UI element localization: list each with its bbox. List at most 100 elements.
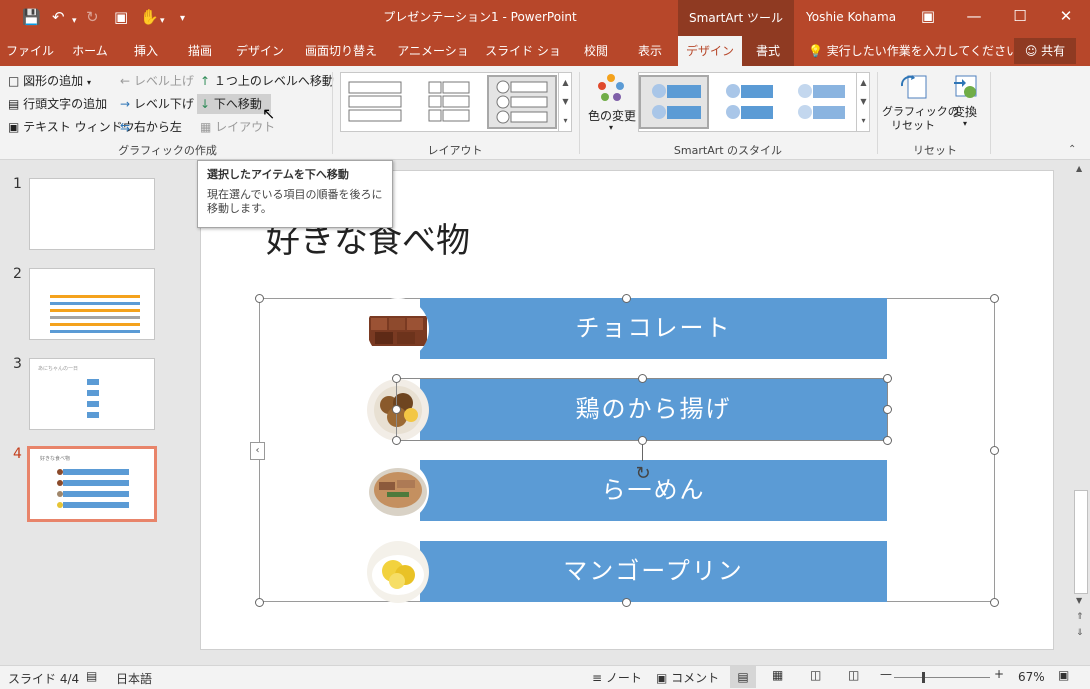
resize-handle[interactable]	[622, 294, 631, 303]
notes-button[interactable]: ≡ ノート	[592, 669, 642, 686]
zoom-slider[interactable]	[894, 677, 990, 678]
layout-option-1[interactable]	[347, 81, 405, 123]
move-up-button[interactable]: ↑ １つ上のレベルへ移動	[200, 71, 334, 91]
item-resize-handle[interactable]	[883, 405, 892, 414]
maximize-icon[interactable]: ☐	[997, 0, 1043, 34]
item-resize-handle[interactable]	[638, 374, 647, 383]
undo-dropdown-icon[interactable]: ▾	[72, 12, 77, 30]
gallery-scroll[interactable]: ▲ ▼ ▾	[558, 73, 572, 131]
smartart-item-1[interactable]: チョコレート	[420, 298, 887, 359]
resize-handle[interactable]	[990, 446, 999, 455]
tab-slideshow[interactable]: スライド ショー	[480, 36, 566, 88]
move-down-button[interactable]: ↓ 下へ移動	[197, 94, 271, 114]
tab-home[interactable]: ホーム	[62, 36, 118, 66]
more-icon[interactable]: ▾	[559, 111, 572, 130]
convert-button[interactable]: 変換 ▾	[946, 72, 984, 138]
reset-graphic-button[interactable]: グラフィックの リセット	[882, 72, 959, 138]
share-button[interactable]: ☺ 共有	[1014, 38, 1076, 64]
scroll-down-icon[interactable]: ▼	[1076, 596, 1082, 605]
fit-to-window-icon[interactable]: ▣	[1058, 668, 1069, 682]
style-option-1-selected[interactable]	[639, 75, 709, 129]
text-pane-toggle-icon[interactable]: ‹	[250, 442, 265, 460]
scroll-down-icon[interactable]: ▼	[857, 92, 870, 111]
customize-qat-icon[interactable]: ▾	[180, 10, 185, 28]
zoom-level[interactable]: 67%	[1018, 670, 1045, 684]
next-slide-icon[interactable]: ⇓	[1076, 628, 1084, 638]
tab-design[interactable]: デザイン	[230, 36, 290, 66]
resize-handle[interactable]	[990, 598, 999, 607]
save-icon[interactable]: 💾	[22, 8, 41, 26]
ribbon-display-icon[interactable]: ▣	[905, 0, 951, 34]
previous-slide-icon[interactable]: ⇑	[1076, 612, 1084, 622]
slide-thumbnail-1[interactable]	[29, 178, 155, 250]
item-resize-handle[interactable]	[883, 374, 892, 383]
ramen-photo[interactable]	[367, 460, 429, 522]
demote-button[interactable]: → レベル下げ	[120, 94, 194, 114]
spellcheck-icon[interactable]: ▤	[86, 669, 97, 683]
scroll-down-icon[interactable]: ▼	[559, 92, 572, 111]
chocolate-photo[interactable]	[367, 298, 429, 360]
collapse-ribbon-icon[interactable]: ⌃	[1068, 144, 1076, 155]
smartart-item-4[interactable]: マンゴープリン	[420, 541, 887, 602]
add-shape-button[interactable]: □ 図形の追加 ▾	[8, 71, 91, 91]
slide-sorter-icon[interactable]: ▦	[772, 668, 783, 682]
tab-view[interactable]: 表示	[626, 36, 674, 66]
mango-pudding-photo[interactable]	[367, 541, 429, 603]
presentation-icon[interactable]: ▣	[114, 8, 128, 26]
resize-handle[interactable]	[990, 294, 999, 303]
scroll-up-icon[interactable]: ▲	[857, 73, 870, 92]
comments-button[interactable]: ▣ コメント	[656, 669, 719, 686]
vertical-scrollbar[interactable]: ▲ ▼ ⇑ ⇓	[1073, 160, 1090, 665]
add-bullet-button[interactable]: ▤ 行頭文字の追加	[8, 94, 107, 114]
text-pane-button[interactable]: ▣ テキスト ウィンドウ	[8, 117, 135, 137]
zoom-out-icon[interactable]: —	[880, 667, 892, 681]
rotate-handle-icon[interactable]: ↻	[632, 463, 654, 485]
scroll-up-icon[interactable]: ▲	[1076, 164, 1082, 173]
item-resize-handle[interactable]	[883, 436, 892, 445]
slide-thumbnail-3[interactable]: あにちゃんの一日	[29, 358, 155, 430]
minimize-icon[interactable]: —	[951, 0, 997, 34]
style-option-3[interactable]	[791, 79, 849, 125]
close-icon[interactable]: ✕	[1043, 0, 1089, 34]
undo-icon[interactable]: ↶	[52, 8, 65, 26]
resize-handle[interactable]	[622, 598, 631, 607]
style-gallery-scroll[interactable]: ▲ ▼ ▾	[856, 73, 870, 131]
tab-file[interactable]: ファイル	[4, 36, 56, 66]
tab-transitions[interactable]: 画面切り替え	[296, 36, 386, 66]
normal-view-icon[interactable]: ▤	[730, 666, 756, 688]
more-icon[interactable]: ▾	[857, 111, 870, 130]
slideshow-icon[interactable]: ◫	[848, 668, 859, 682]
zoom-in-icon[interactable]: +	[994, 667, 1004, 681]
touch-mode-icon[interactable]: ✋	[140, 8, 159, 26]
zoom-slider-thumb[interactable]	[922, 672, 925, 683]
layout-option-2[interactable]	[425, 81, 475, 123]
group-label-create: グラフィックの作成	[118, 144, 217, 157]
scroll-up-icon[interactable]: ▲	[559, 73, 572, 92]
layout-gallery[interactable]: ▲ ▼ ▾	[340, 72, 572, 132]
language-indicator[interactable]: 日本語	[116, 670, 152, 687]
layout-option-3-selected[interactable]	[487, 75, 557, 129]
style-option-2[interactable]	[719, 79, 777, 125]
resize-handle[interactable]	[255, 598, 264, 607]
tab-format[interactable]: 書式	[742, 36, 794, 66]
tell-me-box[interactable]: 💡 実行したい作業を入力してください	[808, 36, 1018, 66]
tab-draw[interactable]: 描画	[176, 36, 224, 66]
touch-dropdown-icon[interactable]: ▾	[160, 12, 165, 30]
scroll-thumb[interactable]	[1074, 490, 1088, 594]
item-resize-handle[interactable]	[392, 374, 401, 383]
item-resize-handle[interactable]	[392, 436, 401, 445]
smartart-style-gallery[interactable]: ▲ ▼ ▾	[638, 72, 870, 132]
item-resize-handle[interactable]	[638, 436, 647, 445]
change-colors-button[interactable]: 色の変更 ▾	[588, 72, 636, 142]
tab-review[interactable]: 校閲	[572, 36, 620, 66]
resize-handle[interactable]	[255, 294, 264, 303]
tab-smartart-design[interactable]: デザイン	[678, 36, 742, 66]
slide-thumbnail-4[interactable]: 好きな食べ物	[27, 446, 157, 522]
user-name[interactable]: Yoshie Kohama	[806, 0, 896, 34]
tab-insert[interactable]: 挿入	[122, 36, 170, 66]
reading-view-icon[interactable]: ◫	[810, 668, 821, 682]
right-to-left-button[interactable]: ⇆ 右から左	[120, 117, 182, 137]
slide-thumbnail-2[interactable]	[29, 268, 155, 340]
item-resize-handle[interactable]	[392, 405, 401, 414]
tab-animations[interactable]: アニメーション	[392, 36, 474, 88]
